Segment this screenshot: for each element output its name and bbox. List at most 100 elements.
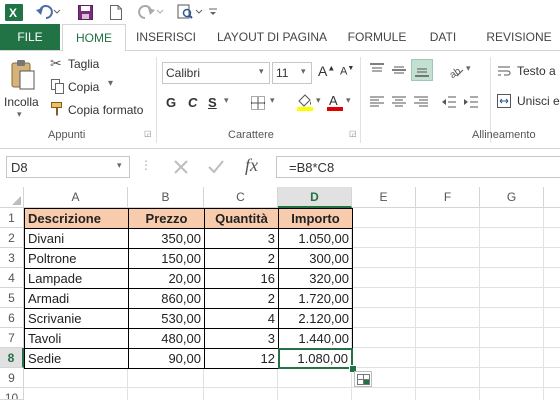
table-cell[interactable]: Poltrone xyxy=(24,248,129,269)
table-cell[interactable]: Armadi xyxy=(24,288,129,309)
table-cell[interactable]: 1.050,00 xyxy=(278,228,353,249)
column-header-h[interactable] xyxy=(544,187,560,208)
merge-center-button[interactable]: Unisci e xyxy=(497,93,560,111)
row-header-9[interactable]: 9 xyxy=(0,368,24,388)
font-name-select[interactable]: Calibri ▾ xyxy=(162,62,270,84)
table-cell[interactable]: Sedie xyxy=(24,348,129,369)
new-document-icon[interactable] xyxy=(108,3,124,21)
column-header-e[interactable]: E xyxy=(352,187,416,208)
column-header-c[interactable]: C xyxy=(204,187,278,208)
row-header-10[interactable]: 10 xyxy=(0,388,24,400)
align-right-icon[interactable] xyxy=(413,94,429,110)
table-cell[interactable]: Divani xyxy=(24,228,129,249)
increase-indent-icon[interactable] xyxy=(463,94,479,110)
font-color-dropdown-icon[interactable]: ▾ xyxy=(346,95,351,106)
active-cell-d8[interactable]: 1.080,00 xyxy=(278,348,353,369)
orientation-dropdown-icon[interactable]: ▾ xyxy=(466,63,471,74)
redo-icon[interactable] xyxy=(136,3,164,21)
table-cell[interactable]: 150,00 xyxy=(128,248,205,269)
table-cell[interactable]: 20,00 xyxy=(128,268,205,289)
insert-function-button[interactable]: fx xyxy=(245,155,258,176)
name-box[interactable]: D8 ▾ xyxy=(6,156,130,178)
row-header-3[interactable]: 3 xyxy=(0,248,24,268)
table-cell[interactable]: 480,00 xyxy=(128,328,205,349)
row-header-8[interactable]: 8 xyxy=(0,348,24,368)
row-header-7[interactable]: 7 xyxy=(0,328,24,348)
column-header-g[interactable]: G xyxy=(480,187,544,208)
print-preview-icon[interactable] xyxy=(176,3,204,21)
header-cell-prezzo[interactable]: Prezzo xyxy=(128,208,205,229)
tab-revisione[interactable]: REVISIONE xyxy=(478,24,560,50)
table-cell[interactable]: 12 xyxy=(204,348,279,369)
table-cell[interactable]: 350,00 xyxy=(128,228,205,249)
save-icon[interactable] xyxy=(76,3,94,21)
table-cell[interactable]: 1.440,00 xyxy=(278,328,353,349)
table-cell[interactable]: 4 xyxy=(204,308,279,329)
tab-home[interactable]: HOME xyxy=(62,24,126,52)
header-cell-descrizione[interactable]: Descrizione xyxy=(24,208,129,229)
cut-button[interactable]: ✂ Taglia xyxy=(50,55,150,73)
row-header-1[interactable]: 1 xyxy=(0,208,24,228)
table-cell[interactable]: 2 xyxy=(204,248,279,269)
table-cell[interactable]: Scrivanie xyxy=(24,308,129,329)
row-header-4[interactable]: 4 xyxy=(0,268,24,288)
underline-button[interactable]: S xyxy=(208,95,217,110)
copy-button[interactable]: Copia ▾ xyxy=(50,78,150,96)
align-middle-icon[interactable] xyxy=(391,62,407,78)
column-header-d[interactable]: D xyxy=(278,187,352,208)
table-cell[interactable]: 530,00 xyxy=(128,308,205,329)
tab-dati[interactable]: DATI xyxy=(418,24,468,50)
font-launcher-icon[interactable]: ◲ xyxy=(349,129,357,138)
table-cell[interactable]: 90,00 xyxy=(128,348,205,369)
font-color-icon[interactable]: A xyxy=(326,93,344,111)
wrap-text-button[interactable]: Testo a xyxy=(497,63,560,81)
clipboard-launcher-icon[interactable]: ◲ xyxy=(144,129,152,138)
align-left-icon[interactable] xyxy=(369,94,385,110)
paste-dropdown-icon[interactable]: ▾ xyxy=(17,109,22,120)
tab-formule[interactable]: FORMULE xyxy=(340,24,414,50)
quick-analysis-button[interactable] xyxy=(354,371,372,387)
column-header-f[interactable]: F xyxy=(416,187,480,208)
cancel-icon[interactable] xyxy=(173,159,189,175)
table-cell[interactable]: 3 xyxy=(204,328,279,349)
align-center-icon[interactable] xyxy=(391,94,407,110)
table-cell[interactable]: 1.720,00 xyxy=(278,288,353,309)
copy-dropdown-icon[interactable]: ▾ xyxy=(108,78,113,89)
tab-file[interactable]: FILE xyxy=(0,24,60,50)
formula-input[interactable]: =B8*C8 xyxy=(276,156,560,178)
enter-icon[interactable] xyxy=(207,159,225,175)
table-cell[interactable]: 2.120,00 xyxy=(278,308,353,329)
table-cell[interactable]: 16 xyxy=(204,268,279,289)
decrease-font-size-icon[interactable]: A▼ xyxy=(340,65,354,78)
table-cell[interactable]: Lampade xyxy=(24,268,129,289)
column-header-b[interactable]: B xyxy=(128,187,204,208)
undo-icon[interactable] xyxy=(34,3,62,21)
align-bottom-button[interactable] xyxy=(411,59,433,81)
excel-logo-icon[interactable]: X xyxy=(4,3,24,21)
fill-color-dropdown-icon[interactable]: ▾ xyxy=(316,95,321,106)
row-header-5[interactable]: 5 xyxy=(0,288,24,308)
increase-font-size-icon[interactable]: A▲ xyxy=(318,63,335,79)
underline-dropdown-icon[interactable]: ▾ xyxy=(224,95,229,106)
fill-color-icon[interactable] xyxy=(296,93,314,111)
header-cell-quantita[interactable]: Quantità xyxy=(204,208,279,229)
borders-dropdown-icon[interactable]: ▾ xyxy=(270,95,275,106)
select-all-button[interactable] xyxy=(0,187,24,208)
paste-button[interactable]: Incolla ▾ xyxy=(4,57,42,123)
table-cell[interactable]: 320,00 xyxy=(278,268,353,289)
table-cell[interactable]: 860,00 xyxy=(128,288,205,309)
table-cell[interactable]: Tavoli xyxy=(24,328,129,349)
tab-layout-di-pagina[interactable]: LAYOUT DI PAGINA xyxy=(206,24,338,50)
row-header-2[interactable]: 2 xyxy=(0,228,24,248)
orientation-icon[interactable]: ab xyxy=(447,61,465,79)
bold-button[interactable]: G xyxy=(166,95,176,110)
borders-icon[interactable] xyxy=(250,95,266,111)
row-header-6[interactable]: 6 xyxy=(0,308,24,328)
font-size-select[interactable]: 11 ▾ xyxy=(272,62,312,84)
column-header-a[interactable]: A xyxy=(24,187,128,208)
table-cell[interactable]: 3 xyxy=(204,228,279,249)
align-top-icon[interactable] xyxy=(369,62,385,78)
customize-icon[interactable] xyxy=(206,3,220,21)
decrease-indent-icon[interactable] xyxy=(441,94,457,110)
table-cell[interactable]: 300,00 xyxy=(278,248,353,269)
